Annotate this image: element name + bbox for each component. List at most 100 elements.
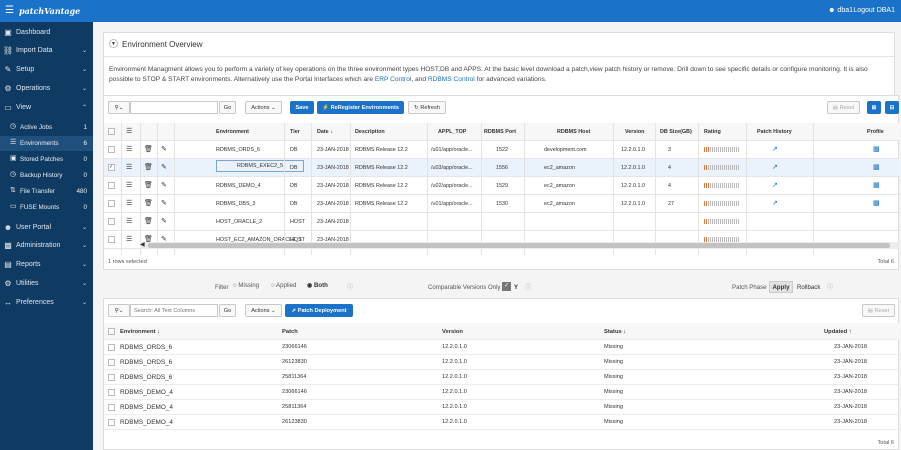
edit-icon[interactable]: ✎ (161, 217, 167, 225)
save-button[interactable]: Save (290, 101, 314, 114)
environment-row[interactable]: ☰ 🗑 ✎ RDBMS_ORDS_6 DB 23-JAN-2018 RDBMS Releas… (104, 141, 900, 159)
environment-row[interactable]: ☰ 🗑 ✎ RDBMS_DEMO_4 DB 23-JAN-2018 RDBMS Releas… (104, 177, 900, 195)
col-rdbms-host[interactable]: RDBMS Host (557, 129, 590, 135)
row-checkbox[interactable] (108, 218, 115, 225)
col-rdbms-port[interactable]: RDBMS Port (484, 129, 516, 135)
sub-active-jobs[interactable]: ◷ Active Jobs 1 (0, 120, 93, 135)
go-button[interactable]: Go (219, 101, 236, 114)
row-checkbox[interactable] (108, 182, 115, 189)
erp-control-link[interactable]: ERP Control (375, 76, 412, 83)
search-column-selector[interactable]: ⚲⌄ (108, 101, 130, 114)
comparable-checkbox[interactable]: ✓ (502, 282, 511, 291)
rollback-toggle[interactable]: Rollback (797, 284, 820, 291)
row-menu-icon[interactable]: ☰ (126, 163, 132, 171)
row-menu-icon[interactable]: ☰ (126, 217, 132, 225)
briefcase-icon[interactable]: ▩ (873, 181, 880, 189)
sub-environments[interactable]: ☰ Environments 6 (0, 136, 93, 151)
briefcase-icon[interactable]: ▩ (873, 199, 880, 207)
actions-menu-button[interactable]: Actions ⌄ (245, 101, 282, 114)
edit-icon[interactable]: ✎ (161, 181, 167, 189)
row-checkbox[interactable] (108, 344, 115, 351)
row-checkbox[interactable] (108, 389, 115, 396)
scroll-left-icon[interactable]: ◀ (140, 241, 145, 248)
row-checkbox[interactable] (108, 236, 115, 243)
nav-administration[interactable]: ▩ Administration ⌄ (0, 236, 93, 255)
delete-icon[interactable]: 🗑 (144, 181, 153, 189)
apply-toggle[interactable]: Apply (769, 281, 793, 293)
col-status[interactable]: Status ↓ (604, 329, 626, 335)
col-version[interactable]: Version (442, 329, 463, 335)
patch-row[interactable]: RDBMS_ORDS_6 25811364 12.2.0.1.0 Missing… (104, 370, 900, 385)
delete-icon[interactable]: 🗑 (144, 163, 153, 171)
nav-import-data[interactable]: ⛓ Import Data ⌄ (0, 41, 93, 60)
patch-row[interactable]: RDBMS_DEMO_4 25811364 12.2.0.1.0 Missing… (104, 400, 900, 415)
external-link-icon[interactable]: ↗ (772, 181, 778, 189)
select-all-checkbox[interactable] (108, 328, 115, 335)
briefcase-icon[interactable]: ▩ (873, 163, 880, 171)
help-icon[interactable]: ⓘ (347, 282, 353, 291)
user-menu[interactable]: ☻ dba1 (828, 7, 853, 14)
edit-icon[interactable]: ✎ (161, 145, 167, 153)
nav-setup[interactable]: ✎ Setup ⌄ (0, 60, 93, 79)
row-checkbox[interactable]: ✓ (108, 164, 115, 171)
briefcase-icon[interactable]: ▩ (873, 145, 880, 153)
reset-button[interactable]: ▤ Reset (827, 101, 860, 114)
actions-menu-button[interactable]: Actions ⌄ (245, 304, 282, 317)
help-icon[interactable]: ⓘ (827, 282, 833, 291)
col-environment[interactable]: Environment (216, 129, 249, 135)
external-link-icon[interactable]: ↗ (772, 163, 778, 171)
delete-icon[interactable]: 🗑 (144, 145, 153, 153)
patch-row[interactable]: RDBMS_ORDS_6 26123830 12.2.0.1.0 Missing… (104, 355, 900, 370)
delete-icon[interactable]: 🗑 (144, 199, 153, 207)
hamburger-menu-icon[interactable]: ☰ (5, 6, 14, 16)
patch-row[interactable]: RDBMS_ORDS_6 23066146 12.2.0.1.0 Missing… (104, 340, 900, 355)
col-patch-history[interactable]: Patch History (757, 129, 792, 135)
external-link-icon[interactable]: ↗ (772, 145, 778, 153)
row-menu-icon[interactable]: ☰ (126, 199, 132, 207)
environment-row[interactable]: ☰ 🗑 ✎ HOST_ORACLE_2 HOST 23-JAN-2018 (104, 213, 900, 231)
col-appl-top[interactable]: APPL_TOP (438, 129, 466, 135)
nav-operations[interactable]: ⚙ Operations ⌄ (0, 79, 93, 98)
horizontal-scrollbar[interactable]: ◀ (140, 242, 900, 249)
row-checkbox[interactable] (108, 404, 115, 411)
row-checkbox[interactable] (108, 419, 115, 426)
scrollbar-thumb[interactable] (148, 243, 890, 248)
collapse-toggle-icon[interactable]: ▼ (109, 39, 118, 48)
reregister-environments-button[interactable]: ⚡ ReRegister Environments (317, 101, 404, 114)
go-button[interactable]: Go (219, 304, 236, 317)
reset-button[interactable]: ▤ Reset (862, 304, 895, 317)
col-tier[interactable]: Tier (290, 129, 300, 135)
col-description[interactable]: Description (355, 129, 385, 135)
environment-row[interactable]: ✓ ☰ 🗑 ✎ RDBMS_EXEC2_5 DB 23-JAN-2018 RDBMS Rele… (104, 159, 900, 177)
col-profile[interactable]: Profile (867, 129, 884, 135)
filter-applied-radio[interactable]: ○ Applied (271, 282, 296, 289)
search-input[interactable] (130, 101, 218, 114)
row-menu-icon[interactable]: ☰ (126, 181, 132, 189)
external-link-icon[interactable]: ↗ (772, 199, 778, 207)
row-checkbox[interactable] (108, 200, 115, 207)
refresh-button[interactable]: ↻ Refresh (408, 101, 446, 114)
col-environment[interactable]: Environment ↓ (120, 329, 160, 335)
row-checkbox[interactable] (108, 374, 115, 381)
add-row-button[interactable]: ⊞ (867, 101, 881, 114)
row-menu-icon[interactable]: ☰ (126, 127, 132, 135)
search-input[interactable] (130, 304, 218, 317)
row-checkbox[interactable] (108, 359, 115, 366)
filter-missing-radio[interactable]: ○ Missing (233, 282, 259, 289)
col-date[interactable]: Date ↓ (317, 129, 333, 135)
col-db-size[interactable]: DB Size(GB) (660, 129, 692, 135)
col-rating[interactable]: Rating (704, 129, 721, 135)
logout-link[interactable]: Logout DBA1 (853, 7, 895, 14)
nav-preferences[interactable]: ↔ Preferences ⌄ (0, 293, 93, 312)
search-column-selector[interactable]: ⚲⌄ (108, 304, 130, 317)
patch-row[interactable]: RDBMS_DEMO_4 23066146 12.2.0.1.0 Missing… (104, 385, 900, 400)
environment-row[interactable]: ☰ 🗑 ✎ RDBMS_DBS_3 DB 23-JAN-2018 RDBMS Release… (104, 195, 900, 213)
nav-reports[interactable]: ▤ Reports ⌄ (0, 255, 93, 274)
sub-backup-history[interactable]: ◷ Backup History 0 (0, 168, 93, 183)
row-checkbox[interactable] (108, 146, 115, 153)
row-menu-icon[interactable]: ☰ (126, 145, 132, 153)
filter-both-radio[interactable]: ◉ Both (307, 282, 328, 289)
help-icon[interactable]: ⓘ (525, 282, 531, 291)
delete-icon[interactable]: 🗑 (144, 217, 153, 225)
sub-file-transfer[interactable]: ⇅ File Transfer 480 (0, 184, 93, 199)
